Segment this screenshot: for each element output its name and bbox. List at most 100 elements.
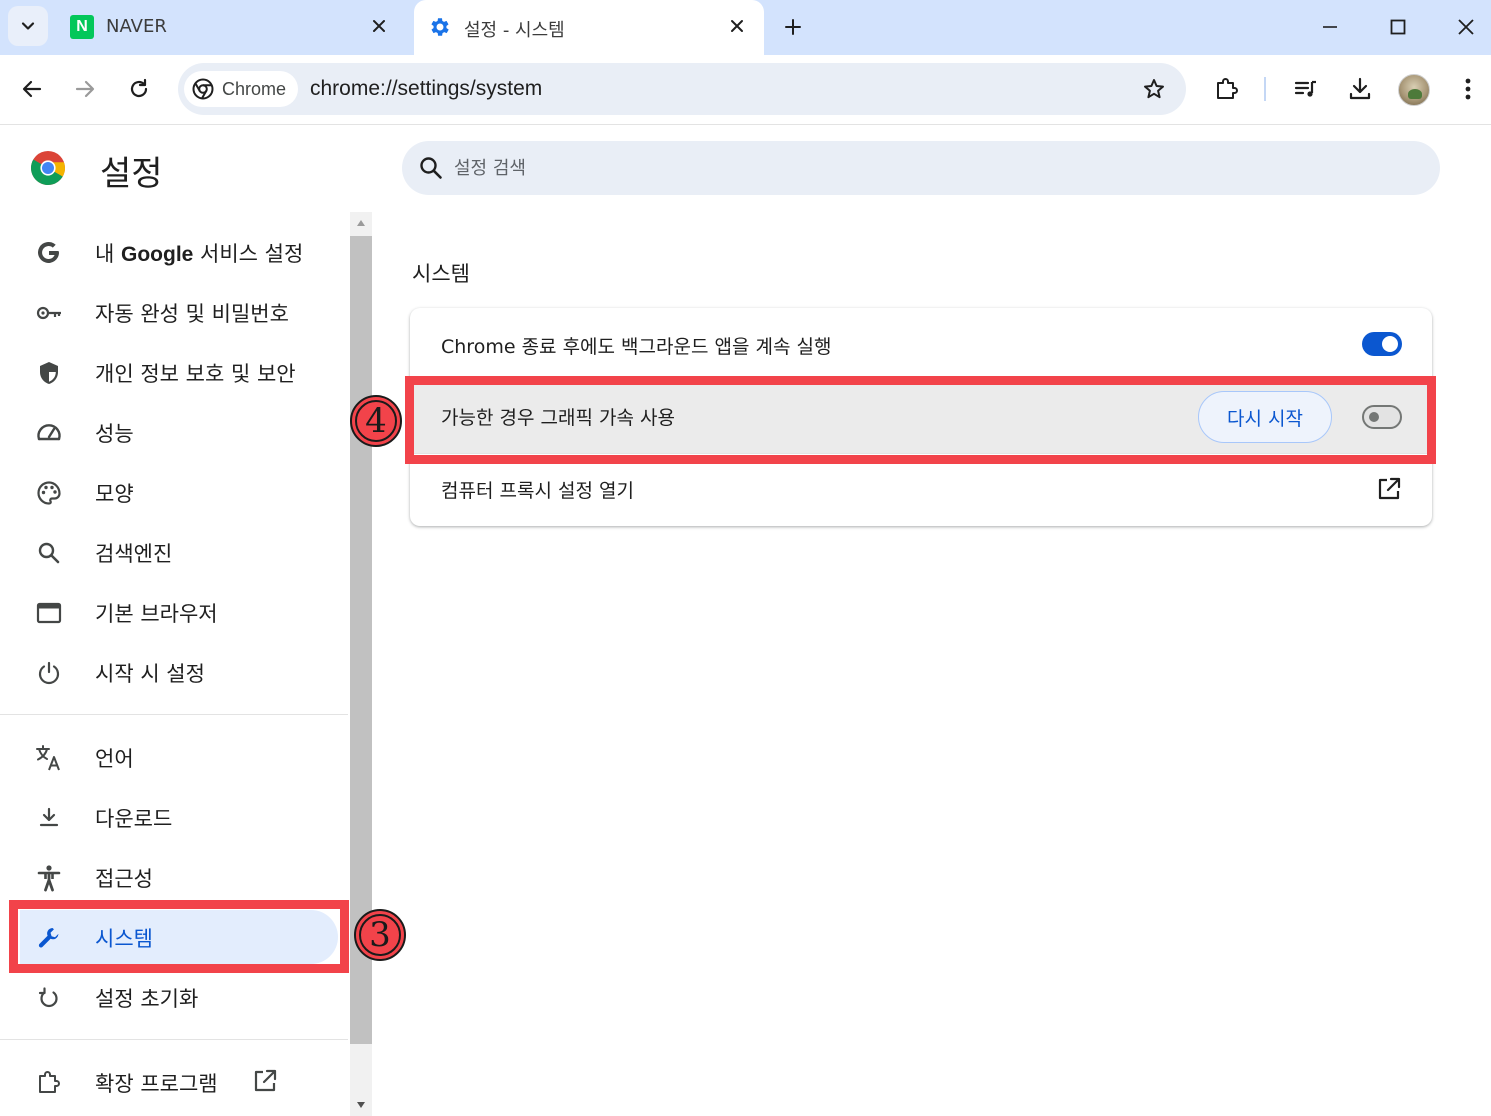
sidebar-item-label: 성능 bbox=[95, 422, 134, 446]
tab-settings-system[interactable]: 설정 - 시스템 bbox=[414, 0, 764, 55]
sidebar-item-label: 자동 완성 및 비밀번호 bbox=[95, 302, 289, 326]
profile-avatar[interactable] bbox=[1398, 74, 1430, 106]
extensions-button[interactable] bbox=[1206, 69, 1246, 109]
close-window-button[interactable] bbox=[1446, 8, 1486, 46]
back-button[interactable] bbox=[12, 69, 52, 109]
sidebar-item-reset[interactable]: 설정 초기화 bbox=[0, 967, 348, 1027]
sidebar-item-label: 다운로드 bbox=[95, 807, 173, 831]
sidebar: 내 Google 서비스 설정 자동 완성 및 비밀번호 개인 정보 보호 및 … bbox=[0, 212, 348, 1116]
close-tab-button[interactable] bbox=[724, 13, 750, 39]
minimize-button[interactable] bbox=[1310, 8, 1350, 46]
close-icon bbox=[1458, 19, 1474, 35]
sidebar-item-autofill[interactable]: 자동 완성 및 비밀번호 bbox=[0, 282, 348, 342]
tab-naver[interactable]: N NAVER bbox=[56, 0, 406, 55]
sidebar-item-label: 언어 bbox=[95, 747, 134, 771]
palette-icon bbox=[34, 478, 64, 508]
reset-icon bbox=[34, 983, 64, 1013]
toolbar: Chrome chrome://settings/system bbox=[0, 55, 1491, 125]
google-g-icon bbox=[34, 238, 64, 268]
chrome-logo-icon bbox=[31, 151, 65, 185]
open-in-new-icon bbox=[252, 1068, 278, 1098]
site-info-chip[interactable]: Chrome bbox=[184, 71, 299, 107]
close-icon bbox=[731, 20, 743, 32]
proxy-settings-row[interactable]: 컴퓨터 프록시 설정 열기 bbox=[410, 454, 1432, 526]
accessibility-icon bbox=[34, 863, 64, 893]
sidebar-item-label: 시작 시 설정 bbox=[95, 662, 205, 686]
tab-title: NAVER bbox=[106, 16, 167, 37]
background-apps-toggle[interactable] bbox=[1362, 332, 1402, 356]
omnibox[interactable]: Chrome chrome://settings/system bbox=[178, 63, 1186, 115]
shield-icon bbox=[34, 358, 64, 388]
sidebar-item-label: 설정 초기화 bbox=[95, 987, 199, 1011]
speedometer-icon bbox=[34, 418, 64, 448]
scroll-down-button[interactable] bbox=[350, 1094, 372, 1116]
row-label: Chrome 종료 후에도 백그라운드 앱을 계속 실행 bbox=[441, 336, 832, 358]
chevron-down-icon bbox=[21, 22, 35, 30]
triangle-down-icon bbox=[357, 1102, 365, 1108]
chrome-icon bbox=[192, 78, 214, 100]
minimize-icon bbox=[1323, 26, 1337, 28]
sidebar-item-languages[interactable]: 언어 bbox=[0, 727, 348, 787]
sidebar-item-on-startup[interactable]: 시작 시 설정 bbox=[0, 642, 348, 702]
close-icon bbox=[373, 20, 385, 32]
tab-search-button[interactable] bbox=[8, 6, 48, 46]
maximize-button[interactable] bbox=[1378, 8, 1418, 46]
star-icon bbox=[1144, 79, 1164, 99]
arrow-left-icon bbox=[22, 80, 42, 98]
sidebar-item-label: 접근성 bbox=[95, 867, 153, 891]
sidebar-item-label: 모양 bbox=[95, 482, 134, 506]
close-tab-button[interactable] bbox=[366, 13, 392, 39]
download-icon bbox=[1349, 77, 1371, 100]
plus-icon bbox=[785, 19, 801, 35]
sidebar-item-accessibility[interactable]: 접근성 bbox=[0, 847, 348, 907]
sidebar-item-privacy[interactable]: 개인 정보 보호 및 보안 bbox=[0, 342, 348, 402]
search-input[interactable] bbox=[454, 151, 1354, 185]
sidebar-divider bbox=[0, 714, 348, 715]
sidebar-item-label: 검색엔진 bbox=[95, 542, 173, 566]
marker-ring bbox=[355, 400, 397, 442]
bookmark-star-button[interactable] bbox=[1140, 75, 1168, 103]
sidebar-item-label: 개인 정보 보호 및 보안 bbox=[95, 362, 296, 386]
highlight-box-system-nav bbox=[9, 900, 349, 973]
forward-button[interactable] bbox=[65, 69, 105, 109]
sidebar-divider bbox=[0, 1039, 348, 1040]
chip-label: Chrome bbox=[222, 78, 287, 99]
settings-search[interactable] bbox=[402, 141, 1440, 195]
sidebar-item-google-services[interactable]: 내 Google 서비스 설정 bbox=[0, 222, 348, 282]
step-marker-4: 4 bbox=[350, 395, 402, 447]
more-vert-icon bbox=[1465, 78, 1471, 100]
sidebar-item-label: 내 Google 서비스 설정 bbox=[95, 242, 304, 266]
search-icon bbox=[420, 157, 442, 179]
puzzle-icon bbox=[1217, 78, 1238, 99]
sidebar-item-label: 확장 프로그램 bbox=[95, 1072, 218, 1096]
toggle-knob bbox=[1382, 336, 1398, 352]
downloads-button[interactable] bbox=[1340, 69, 1380, 109]
sidebar-item-performance[interactable]: 성능 bbox=[0, 402, 348, 462]
marker-ring bbox=[359, 914, 401, 956]
toolbar-divider bbox=[1264, 77, 1266, 101]
arrow-right-icon bbox=[75, 80, 95, 98]
menu-button[interactable] bbox=[1448, 69, 1488, 109]
background-apps-row[interactable]: Chrome 종료 후에도 백그라운드 앱을 계속 실행 bbox=[410, 308, 1432, 380]
sidebar-item-default-browser[interactable]: 기본 브라우저 bbox=[0, 582, 348, 642]
page-title: 설정 bbox=[100, 154, 163, 194]
url-text[interactable]: chrome://settings/system bbox=[310, 77, 542, 101]
puzzle-icon bbox=[34, 1068, 64, 1098]
reload-icon bbox=[130, 78, 148, 98]
naver-n-icon: N bbox=[70, 15, 94, 39]
section-title: 시스템 bbox=[412, 262, 470, 286]
sidebar-item-appearance[interactable]: 모양 bbox=[0, 462, 348, 522]
sidebar-item-extensions[interactable]: 확장 프로그램 bbox=[0, 1052, 348, 1112]
reload-button[interactable] bbox=[119, 69, 159, 109]
scroll-up-button[interactable] bbox=[350, 212, 372, 234]
triangle-up-icon bbox=[357, 220, 365, 226]
key-icon bbox=[34, 298, 64, 328]
sidebar-item-search-engine[interactable]: 검색엔진 bbox=[0, 522, 348, 582]
media-controls-button[interactable] bbox=[1286, 69, 1326, 109]
sidebar-item-downloads[interactable]: 다운로드 bbox=[0, 787, 348, 847]
new-tab-button[interactable] bbox=[776, 10, 810, 44]
gear-icon bbox=[431, 18, 449, 36]
maximize-icon bbox=[1390, 19, 1406, 35]
queue-music-icon bbox=[1294, 80, 1316, 97]
open-in-new-icon[interactable] bbox=[1376, 476, 1402, 506]
